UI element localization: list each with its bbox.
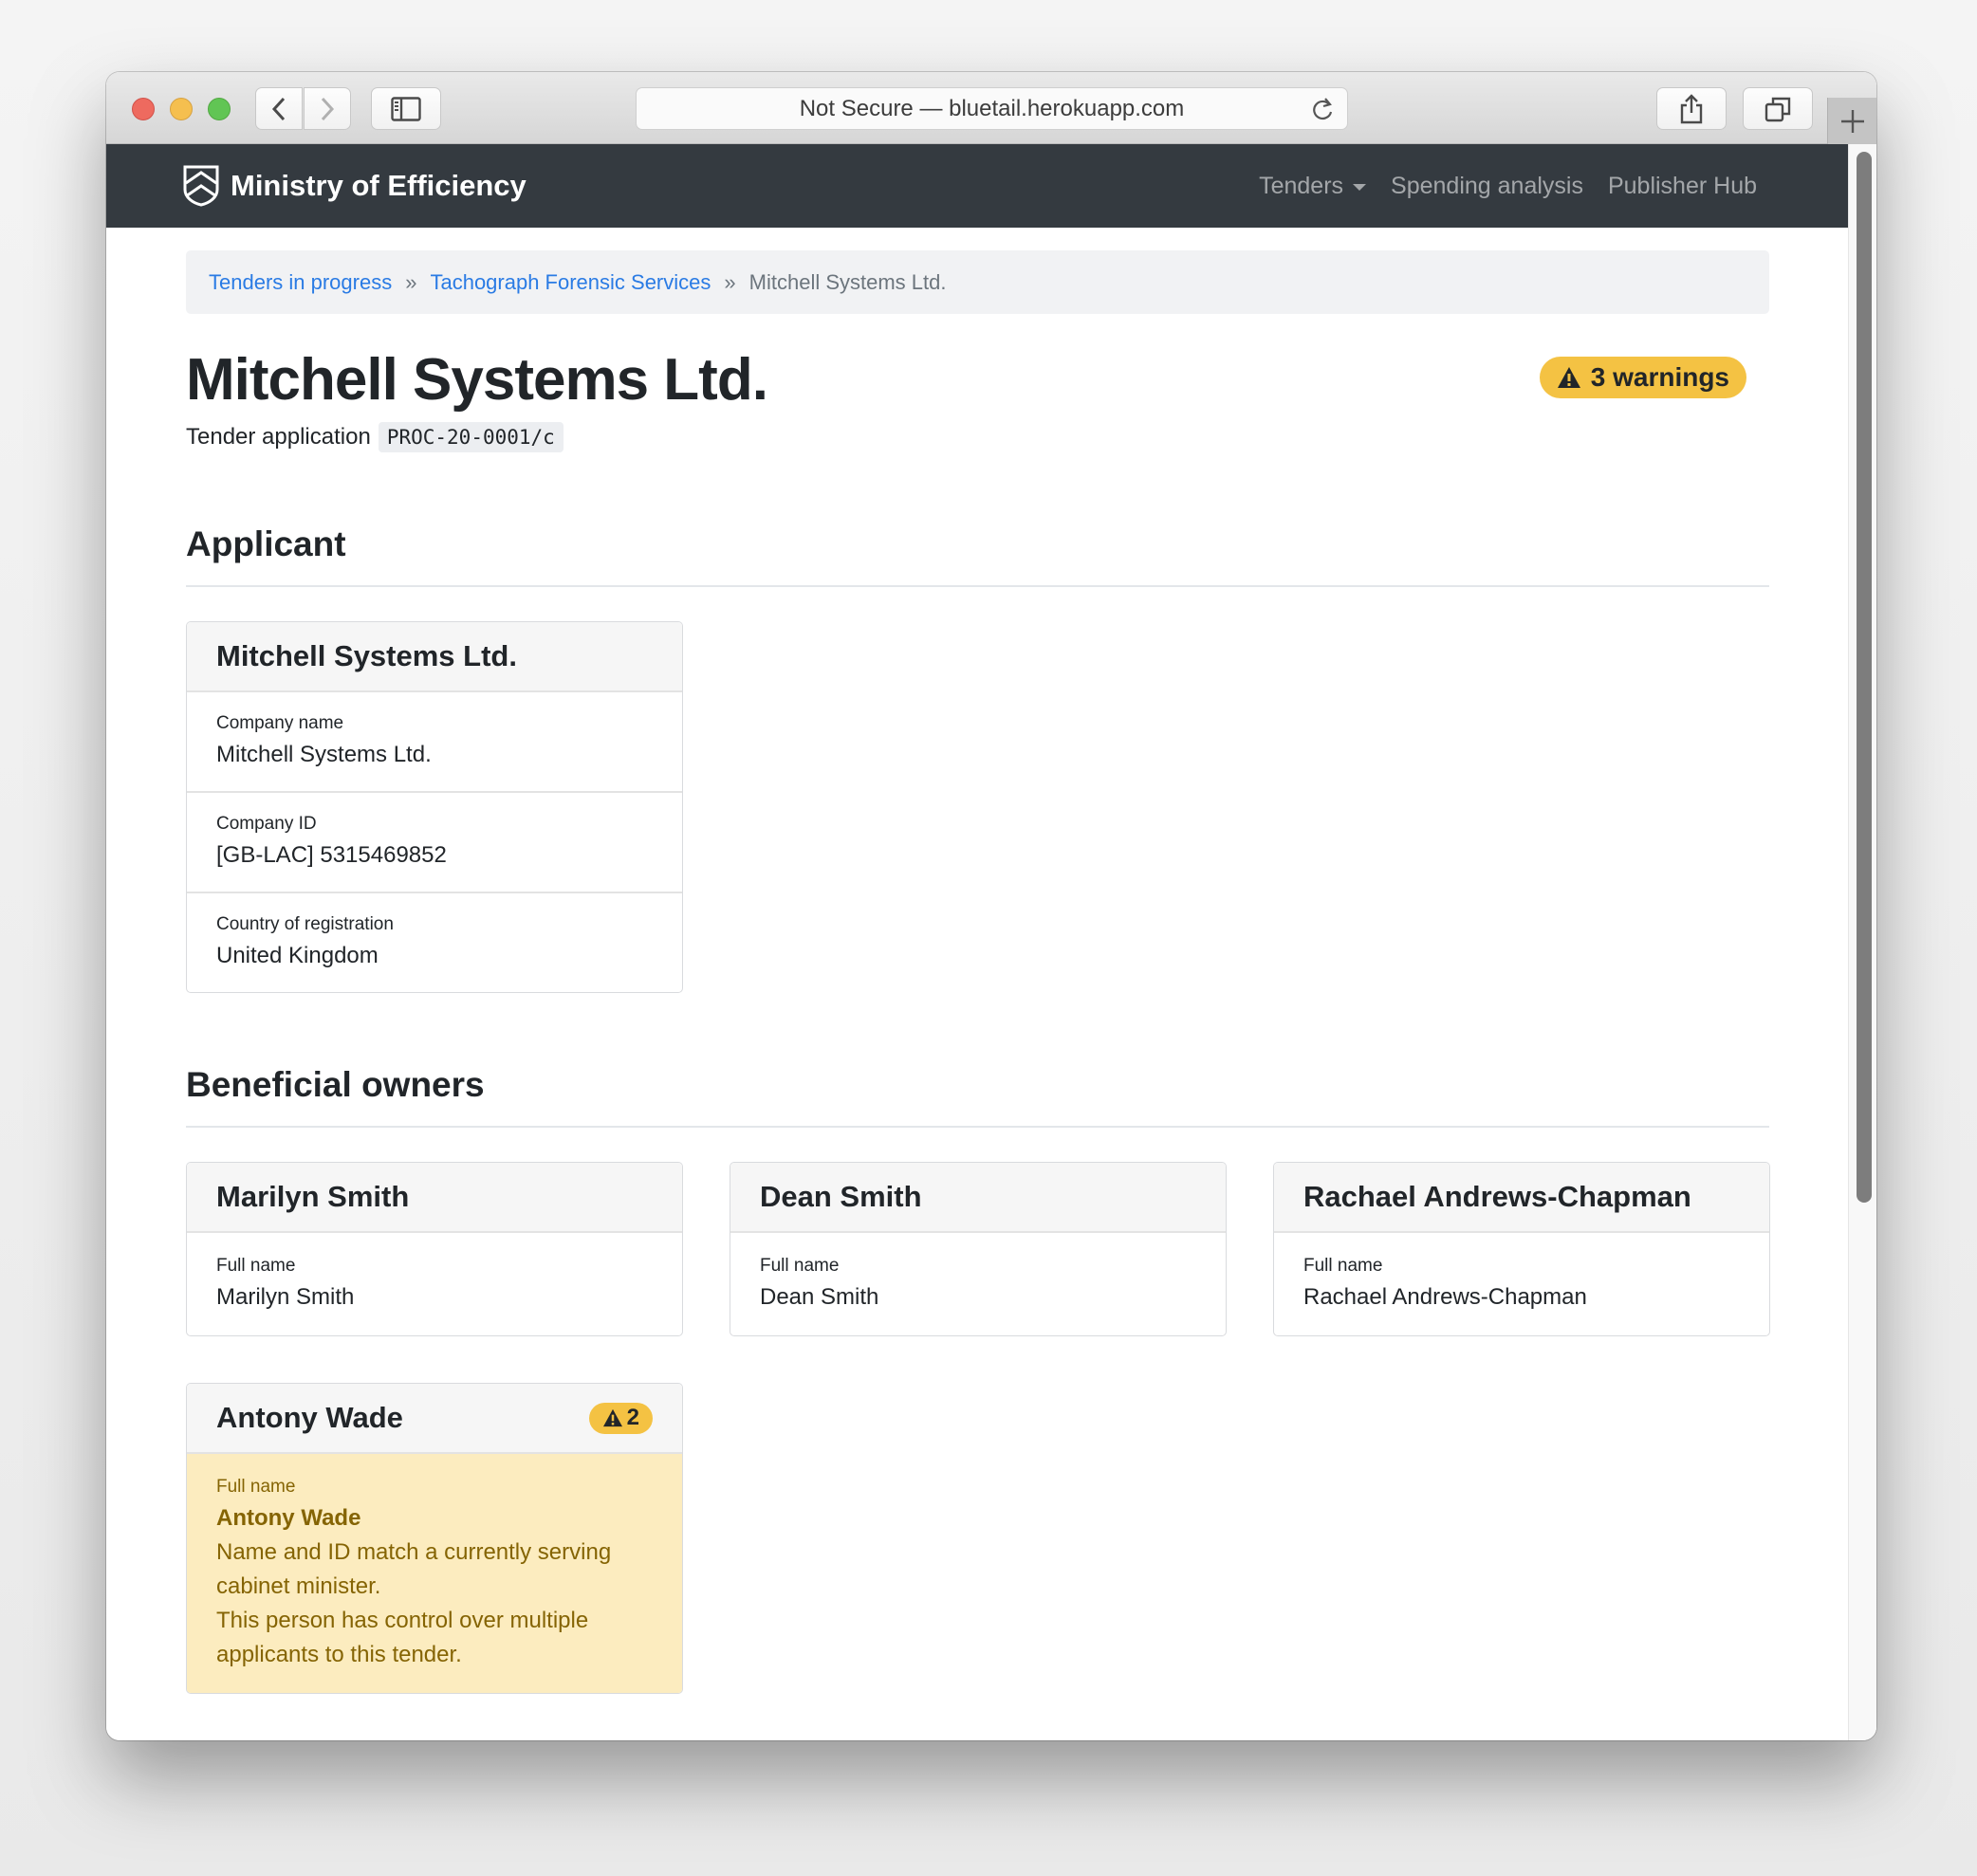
warning-icon [602, 1408, 622, 1427]
field-value: United Kingdom [216, 943, 379, 968]
field-company-id: Company ID [GB-LAC] 5315469852 [187, 793, 682, 893]
field-country: Country of registration United Kingdom [187, 893, 682, 992]
owner-card: Marilyn Smith Full name Marilyn Smith [186, 1162, 683, 1336]
card-header: Antony Wade 2 [187, 1384, 682, 1454]
share-icon [1680, 93, 1703, 123]
back-button[interactable] [255, 87, 303, 130]
breadcrumb-current: Mitchell Systems Ltd. [748, 269, 947, 294]
field-label: Full name [1303, 1256, 1383, 1276]
address-bar-text: Not Secure — bluetail.herokuapp.com [799, 95, 1185, 121]
nav-links: Tenders Spending analysis Publisher Hub [1259, 144, 1757, 228]
card-header: Dean Smith [730, 1163, 1226, 1233]
breadcrumb-tender[interactable]: Tachograph Forensic Services [430, 270, 711, 295]
page-title: Mitchell Systems Ltd. [186, 347, 768, 413]
nav-tenders-label: Tenders [1259, 172, 1344, 199]
zoom-window-button[interactable] [208, 98, 231, 120]
application-id: PROC-20-0001/c [378, 422, 564, 452]
field-label: Full name [216, 1256, 296, 1276]
page-subtitle: Tender application PROC-20-0001/c [186, 422, 1769, 452]
vertical-scrollbar[interactable] [1848, 144, 1876, 1740]
page-header: Mitchell Systems Ltd. Tender application… [186, 346, 1769, 469]
sidebar-toggle-button[interactable] [371, 87, 441, 130]
field-value: Mitchell Systems Ltd. [216, 742, 432, 767]
owner-name: Rachael Andrews-Chapman [1303, 1180, 1691, 1213]
tab-overview-button[interactable] [1743, 87, 1813, 130]
field-label: Country of registration [216, 914, 394, 934]
breadcrumb-separator: » [405, 269, 417, 294]
address-bar[interactable]: Not Secure — bluetail.herokuapp.com [636, 87, 1348, 130]
owner-name: Dean Smith [760, 1180, 922, 1213]
field-label: Company ID [216, 814, 317, 834]
owner-name: Marilyn Smith [216, 1180, 410, 1213]
warning-icon [1557, 367, 1580, 388]
warning-message: Name and ID match a currently serving ca… [216, 1539, 612, 1599]
applicant-heading: Applicant [186, 524, 1769, 587]
page-viewport: Ministry of Efficiency Tenders Spending … [106, 144, 1876, 1740]
field-value: Rachael Andrews-Chapman [1303, 1284, 1587, 1310]
nav-tenders-dropdown[interactable]: Tenders [1259, 172, 1367, 200]
scrollbar-thumb[interactable] [1857, 152, 1872, 1203]
breadcrumb-tenders-in-progress[interactable]: Tenders in progress [209, 270, 392, 295]
nav-spending-analysis[interactable]: Spending analysis [1391, 173, 1583, 200]
minimize-window-button[interactable] [170, 98, 193, 120]
field-value: Antony Wade [216, 1505, 361, 1531]
field-value: [GB-LAC] 5315469852 [216, 842, 447, 868]
owner-warning-count: 2 [626, 1405, 639, 1430]
card-header: Rachael Andrews-Chapman [1274, 1163, 1769, 1233]
owner-card: Dean Smith Full name Dean Smith [730, 1162, 1227, 1336]
field-full-name: Full name Dean Smith [730, 1233, 1226, 1335]
card-title: Mitchell Systems Ltd. [216, 639, 517, 672]
owner-warning-badge[interactable]: 2 [588, 1402, 653, 1434]
beneficial-owners-heading: Beneficial owners [186, 1065, 1769, 1128]
main-content: Tenders in progress » Tachograph Forensi… [186, 250, 1770, 1694]
field-full-name: Full name Rachael Andrews-Chapman [1274, 1233, 1769, 1335]
breadcrumb: Tenders in progress » Tachograph Forensi… [186, 250, 1769, 314]
owner-name: Antony Wade [216, 1401, 403, 1434]
field-company-name: Company name Mitchell Systems Ltd. [187, 692, 682, 793]
breadcrumb-separator: » [724, 269, 736, 294]
owner-card-flagged: Antony Wade 2 Full name Antony Wade Name… [186, 1383, 683, 1694]
reload-icon[interactable] [1309, 96, 1336, 124]
nav-publisher-hub-label: Publisher Hub [1607, 172, 1757, 199]
caret-down-icon [1353, 184, 1367, 191]
brand-name: Ministry of Efficiency [231, 169, 527, 202]
chevron-right-icon [321, 97, 335, 120]
card-header: Mitchell Systems Ltd. [187, 622, 682, 692]
field-label: Company name [216, 713, 344, 733]
plus-icon [1840, 109, 1864, 133]
nav-publisher-hub[interactable]: Publisher Hub [1608, 173, 1757, 200]
field-full-name-warning: Full name Antony Wade Name and ID match … [187, 1454, 682, 1693]
browser-toolbar: Not Secure — bluetail.herokuapp.com [106, 72, 1876, 144]
navbar: Ministry of Efficiency Tenders Spending … [106, 144, 1848, 228]
tabs-overview-icon [1765, 97, 1791, 121]
applicant-card: Mitchell Systems Ltd. Company name Mitch… [186, 621, 683, 993]
chevron-left-icon [271, 97, 286, 120]
new-tab-button[interactable] [1827, 98, 1876, 144]
owners-grid: Marilyn Smith Full name Marilyn Smith De… [186, 1162, 1770, 1694]
close-window-button[interactable] [132, 98, 155, 120]
nav-spending-analysis-label: Spending analysis [1391, 172, 1583, 199]
sidebar-icon [391, 96, 421, 121]
shield-icon [183, 165, 219, 207]
warnings-badge-label: 3 warnings [1590, 362, 1729, 392]
field-value: Marilyn Smith [216, 1284, 355, 1310]
field-value: Dean Smith [760, 1284, 879, 1310]
subtitle-label: Tender application [186, 424, 371, 450]
browser-window: Not Secure — bluetail.herokuapp.com Mini… [106, 72, 1876, 1740]
field-label: Full name [760, 1256, 840, 1276]
warnings-badge[interactable]: 3 warnings [1539, 357, 1746, 398]
forward-button[interactable] [304, 87, 351, 130]
owner-card: Rachael Andrews-Chapman Full name Rachae… [1273, 1162, 1770, 1336]
warning-message: This person has control over multiple ap… [216, 1608, 589, 1667]
field-label: Full name [216, 1477, 296, 1497]
field-full-name: Full name Marilyn Smith [187, 1233, 682, 1335]
share-button[interactable] [1656, 87, 1727, 130]
brand-link[interactable]: Ministry of Efficiency [183, 165, 527, 207]
card-header: Marilyn Smith [187, 1163, 682, 1233]
